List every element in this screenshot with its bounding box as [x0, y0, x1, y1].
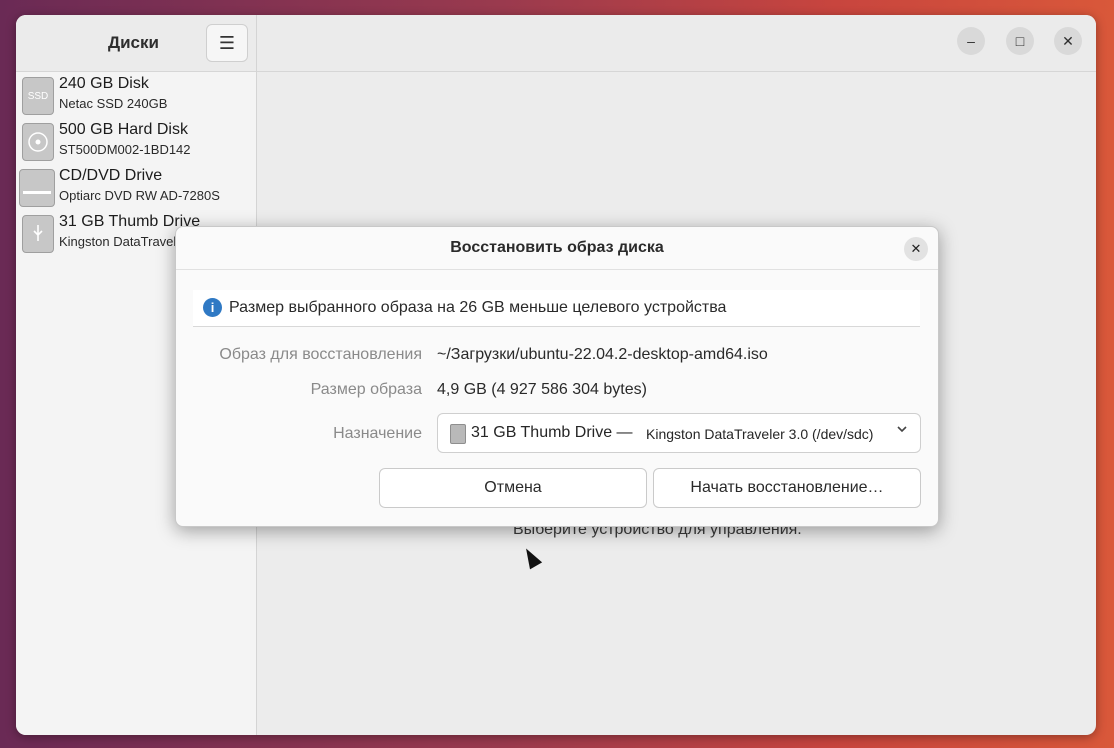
start-restore-button[interactable]: Начать восстановление…: [653, 468, 921, 508]
info-icon: i: [203, 298, 222, 317]
menu-button[interactable]: ☰: [206, 24, 248, 62]
disk-title: CD/DVD Drive: [59, 167, 163, 184]
disk-subtitle: ST500DM002-1BD142: [59, 142, 191, 157]
dialog-header: Восстановить образ диска ✕: [176, 227, 938, 270]
maximize-icon: □: [1015, 33, 1025, 49]
disk-subtitle: Netac SSD 240GB: [59, 96, 168, 111]
size-label: Размер образа: [310, 381, 422, 398]
destination-select[interactable]: 31 GB Thumb Drive — Kingston DataTravele…: [437, 413, 921, 453]
minimize-button[interactable]: –: [957, 27, 985, 55]
chevron-down-icon: [896, 423, 908, 438]
hamburger-icon: ☰: [218, 32, 236, 53]
close-icon: ✕: [910, 241, 922, 256]
disk-title: 500 GB Hard Disk: [59, 121, 188, 138]
destination-sub: Kingston DataTraveler 3.0 (/dev/sdc): [646, 426, 874, 442]
cancel-button[interactable]: Отмена: [379, 468, 647, 508]
close-window-button[interactable]: ✕: [1054, 27, 1082, 55]
restore-image-dialog: Восстановить образ диска ✕ i Размер выбр…: [175, 226, 939, 527]
disk-title: 240 GB Disk: [59, 75, 149, 92]
image-label: Образ для восстановления: [219, 346, 422, 363]
app-title: Диски: [108, 33, 159, 52]
close-icon: ✕: [1062, 32, 1074, 49]
info-bar: i Размер выбранного образа на 26 GB мень…: [193, 290, 920, 327]
ssd-icon: SSD: [22, 77, 54, 115]
optical-drive-icon: [19, 169, 55, 207]
image-value: ~/Загрузки/ubuntu-22.04.2-desktop-amd64.…: [437, 346, 768, 363]
disk-subtitle: Optiarc DVD RW AD-7280S: [59, 188, 220, 203]
disk-item-optical[interactable]: CD/DVD Drive Optiarc DVD RW AD-7280S: [16, 165, 256, 211]
info-text: Размер выбранного образа на 26 GB меньше…: [229, 299, 727, 316]
usb-drive-icon: [22, 215, 54, 253]
minimize-icon: –: [967, 33, 975, 49]
destination-label: Назначение: [333, 425, 422, 442]
dialog-title: Восстановить образ диска: [450, 239, 664, 256]
disk-item-hdd[interactable]: 500 GB Hard Disk ST500DM002-1BD142: [16, 119, 256, 165]
disk-item-ssd[interactable]: SSD 240 GB Disk Netac SSD 240GB: [16, 73, 256, 119]
size-value: 4,9 GB (4 927 586 304 bytes): [437, 381, 647, 398]
dialog-close-button[interactable]: ✕: [904, 237, 928, 261]
main-header: – □ ✕: [257, 15, 1096, 72]
usb-drive-icon: [450, 424, 466, 444]
sidebar-header: Диски ☰: [16, 15, 256, 72]
destination-main: 31 GB Thumb Drive —: [471, 424, 633, 441]
maximize-button[interactable]: □: [1006, 27, 1034, 55]
hdd-icon: [22, 123, 54, 161]
